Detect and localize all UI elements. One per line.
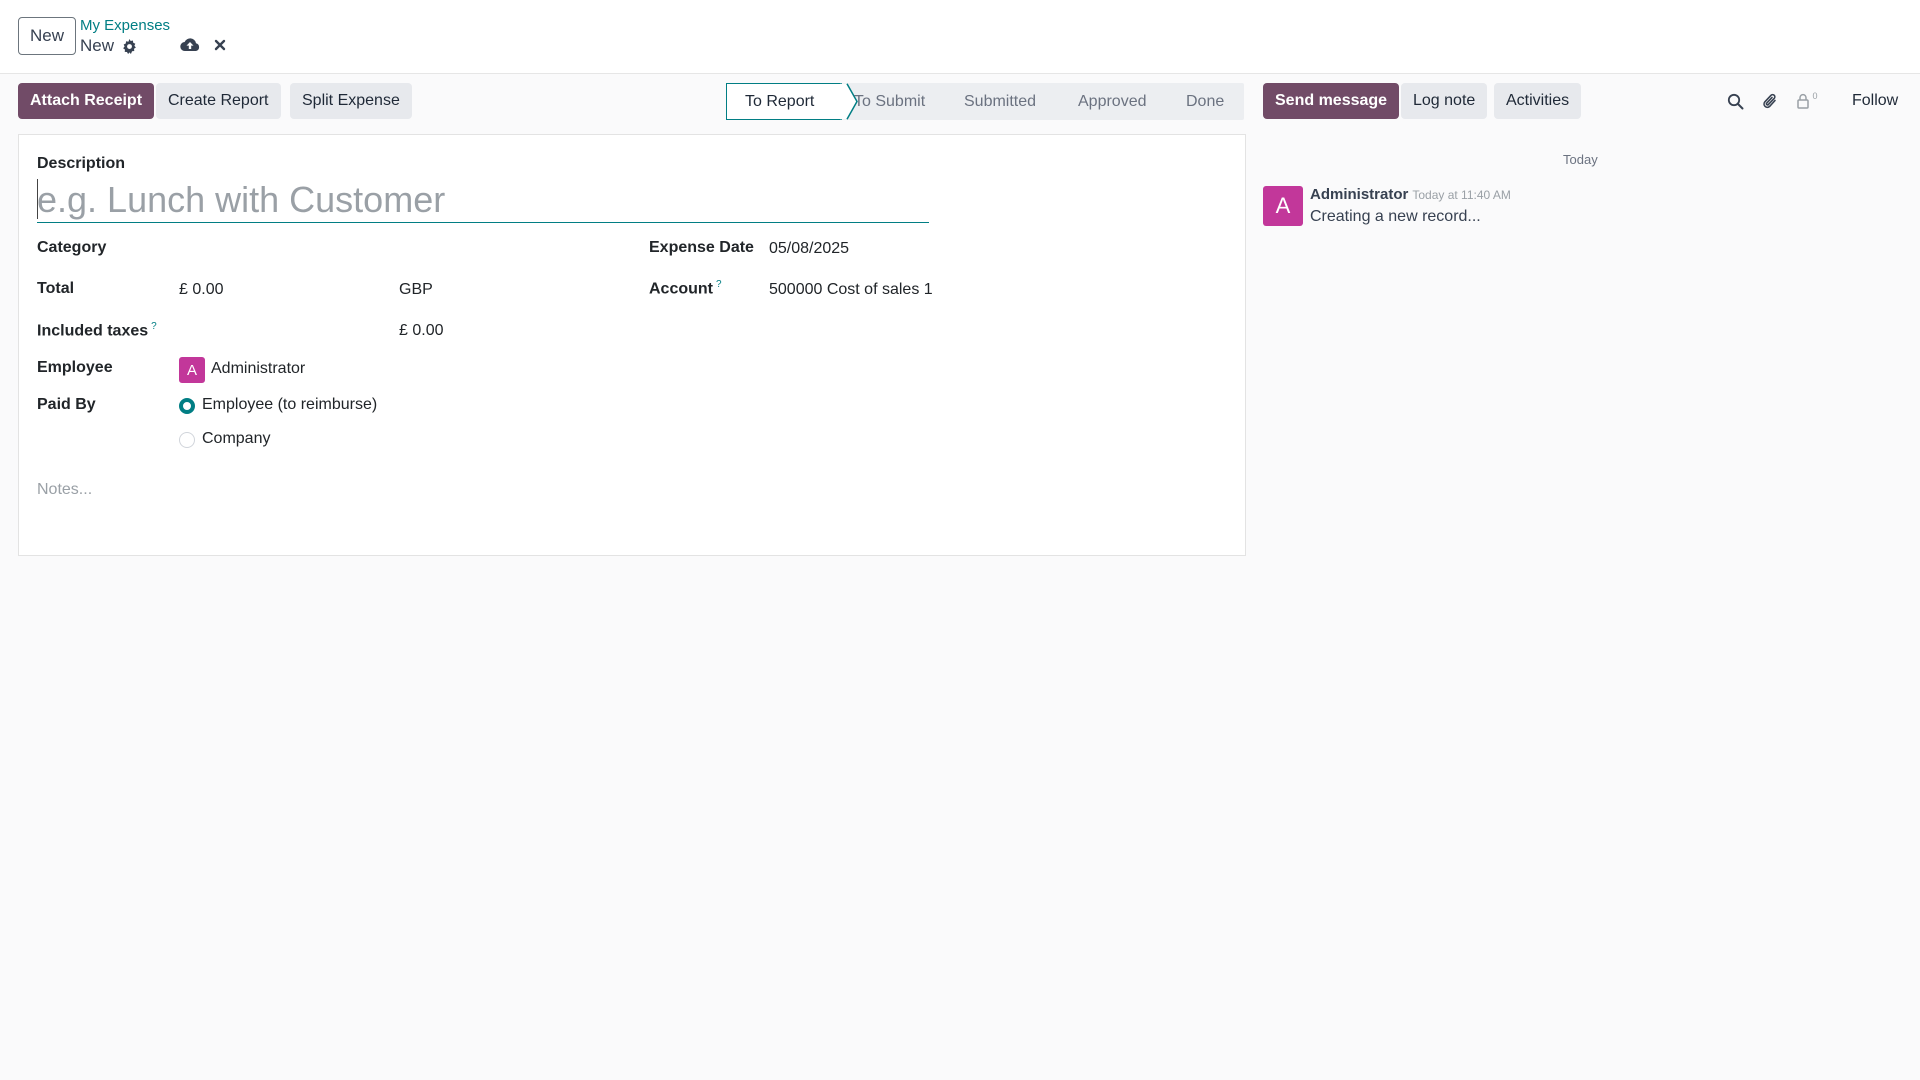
paperclip-icon[interactable] xyxy=(1761,91,1779,111)
total-amount-field[interactable]: £ 0.00 xyxy=(179,281,223,299)
account-label: Account? xyxy=(649,279,722,298)
message-body: Creating a new record... xyxy=(1310,208,1481,225)
account-label-text: Account xyxy=(649,280,713,298)
paid-by-employee-radio[interactable] xyxy=(179,398,195,414)
expense-form-sheet: Description Category Total £ 0.00 GBP In… xyxy=(18,134,1246,556)
record-title-text: New xyxy=(80,36,115,55)
employee-avatar: A xyxy=(179,357,205,383)
message-author-avatar[interactable]: A xyxy=(1263,186,1303,226)
expense-date-label: Expense Date xyxy=(649,239,754,256)
follower-count: 0 xyxy=(1812,91,1818,101)
stage-to-submit[interactable]: To Submit xyxy=(854,83,925,120)
employee-field[interactable]: Administrator xyxy=(211,360,305,378)
stage-approved[interactable]: Approved xyxy=(1078,83,1147,120)
included-taxes-label-text: Included taxes xyxy=(37,322,149,340)
chatter-date-separator: Today xyxy=(1563,152,1598,167)
top-bar: New My Expenses New xyxy=(0,0,1920,74)
create-report-button[interactable]: Create Report xyxy=(156,83,281,119)
expense-date-field[interactable]: 05/08/2025 xyxy=(769,240,849,258)
followers-lock-icon[interactable]: 0 xyxy=(1794,91,1820,111)
split-expense-button[interactable]: Split Expense xyxy=(290,83,412,119)
status-bar: To Report To Submit Submitted Approved D… xyxy=(726,83,1244,120)
new-record-button[interactable]: New xyxy=(18,17,76,55)
close-icon[interactable] xyxy=(212,36,228,54)
breadcrumb-my-expenses[interactable]: My Expenses xyxy=(80,17,170,34)
stage-submitted[interactable]: Submitted xyxy=(964,83,1036,120)
included-taxes-label: Included taxes? xyxy=(37,321,157,340)
search-icon[interactable] xyxy=(1726,92,1744,110)
paid-by-label: Paid By xyxy=(37,396,96,413)
activities-button[interactable]: Activities xyxy=(1494,83,1582,119)
message-date: Today at 11:40 AM xyxy=(1412,188,1511,202)
paid-by-company-label[interactable]: Company xyxy=(202,430,270,448)
category-label: Category xyxy=(37,239,107,256)
gear-icon[interactable] xyxy=(122,38,137,54)
help-tooltip-icon[interactable]: ? xyxy=(716,279,722,290)
paid-by-employee-label[interactable]: Employee (to reimburse) xyxy=(202,396,377,414)
account-field[interactable]: 500000 Cost of sales 1 xyxy=(769,281,933,299)
record-title: New xyxy=(80,36,137,56)
description-input[interactable] xyxy=(37,177,929,223)
cloud-upload-icon[interactable] xyxy=(180,36,200,54)
employee-label: Employee xyxy=(37,359,113,376)
currency-field[interactable]: GBP xyxy=(399,281,433,299)
attach-receipt-button[interactable]: Attach Receipt xyxy=(18,83,155,119)
message-author[interactable]: Administrator xyxy=(1310,186,1408,203)
control-bar: Attach Receipt Create Report Split Expen… xyxy=(0,74,1920,128)
included-taxes-value: £ 0.00 xyxy=(399,322,444,339)
stage-done[interactable]: Done xyxy=(1186,83,1224,120)
text-caret xyxy=(37,179,38,219)
description-label: Description xyxy=(37,155,126,172)
follow-button[interactable]: Follow xyxy=(1852,92,1898,110)
message-header: Administrator Today at 11:40 AM xyxy=(1310,186,1511,203)
paid-by-company-radio[interactable] xyxy=(179,432,195,448)
help-tooltip-icon[interactable]: ? xyxy=(151,321,157,332)
notes-field[interactable]: Notes... xyxy=(37,481,92,499)
send-message-button[interactable]: Send message xyxy=(1263,83,1400,119)
log-note-button[interactable]: Log note xyxy=(1401,83,1488,119)
total-label: Total xyxy=(37,280,75,297)
stage-to-report[interactable]: To Report xyxy=(726,83,842,120)
